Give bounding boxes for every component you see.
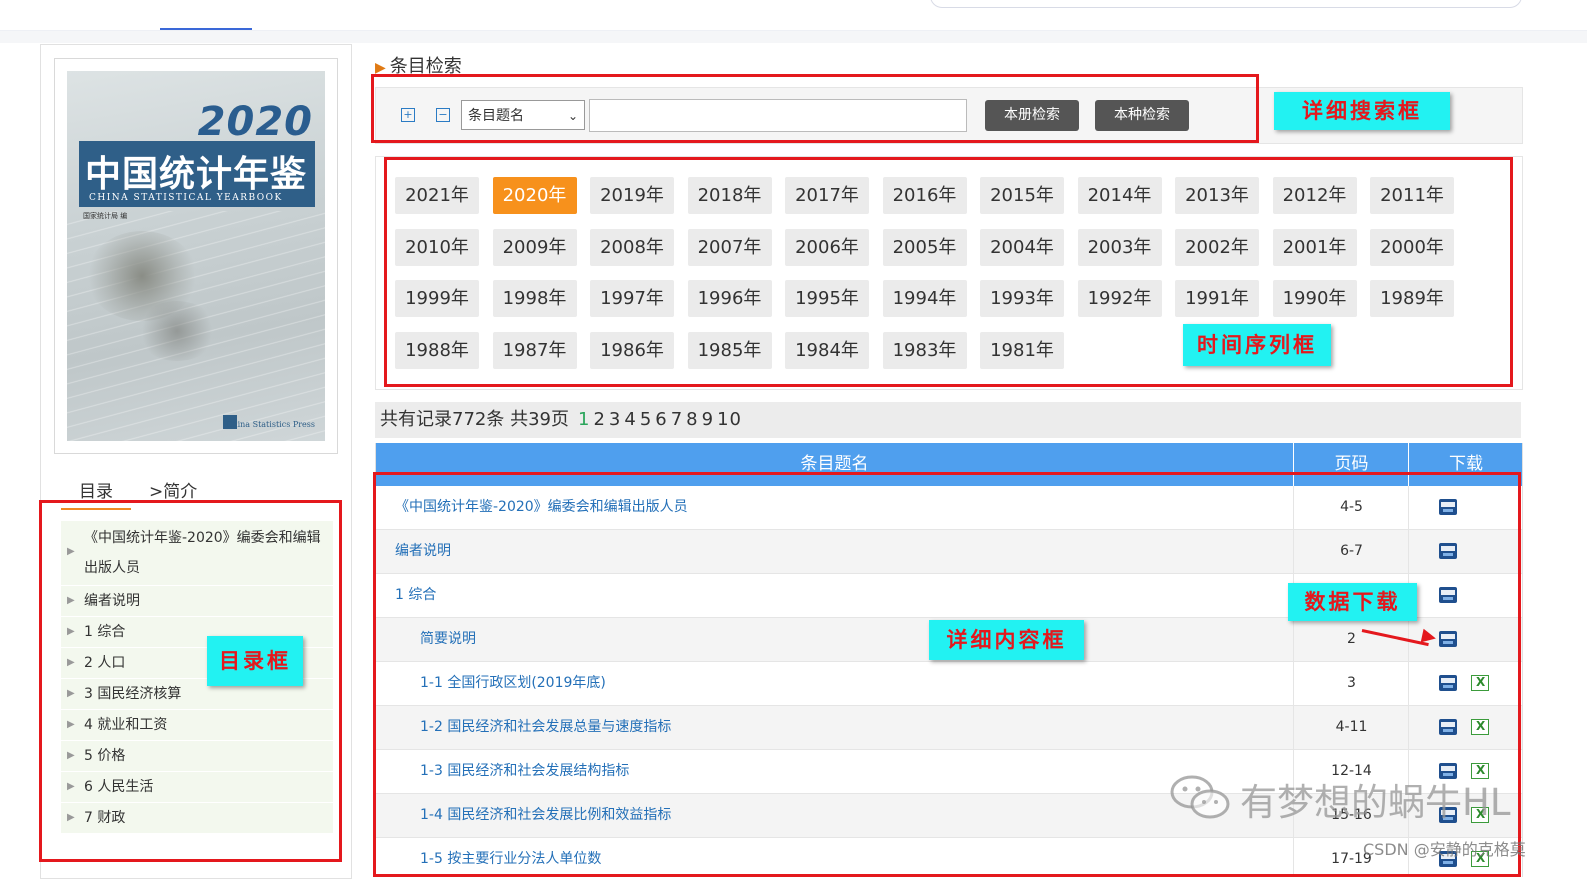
page-link[interactable]: 6 xyxy=(655,409,667,430)
cover-title-band: 中国统计年鉴 CHINA STATISTICAL YEARBOOK xyxy=(79,141,315,207)
global-search-box[interactable] xyxy=(930,0,1522,8)
yearbook-cover-image[interactable]: 2020 中国统计年鉴 CHINA STATISTICAL YEARBOOK 国… xyxy=(67,71,325,441)
wechat-icon xyxy=(1170,775,1230,819)
page-link[interactable]: 3 xyxy=(609,409,621,430)
page-link[interactable]: 4 xyxy=(624,409,636,430)
tab-intro[interactable]: >简介 xyxy=(149,477,197,502)
top-nav-bar xyxy=(0,0,1587,31)
tab-catalog[interactable]: 目录 xyxy=(79,477,113,502)
cover-frame: 2020 中国统计年鉴 CHINA STATISTICAL YEARBOOK 国… xyxy=(54,58,338,454)
cover-stain-2 xyxy=(137,301,217,361)
page-link[interactable]: 10 xyxy=(717,409,742,430)
active-tab-indicator xyxy=(160,28,252,30)
records-bar: 共有记录772条 共39页 1 2 3 4 5 6 7 8 9 10 xyxy=(375,402,1521,438)
page-link[interactable]: 1 xyxy=(578,409,590,430)
page-link[interactable]: 2 xyxy=(593,409,605,430)
pagination: 1 2 3 4 5 6 7 8 9 10 xyxy=(578,402,745,438)
annotation-label-time: 时间序列框 xyxy=(1183,324,1331,366)
annotation-box-time xyxy=(384,157,1513,387)
records-summary: 共有记录772条 共39页 xyxy=(380,409,569,430)
annotation-label-download: 数据下载 xyxy=(1288,583,1417,621)
csdn-watermark: CSDN @安静的克格莫 xyxy=(1363,840,1526,859)
annotation-label-search: 详细搜索框 xyxy=(1274,92,1450,130)
page-link[interactable]: 8 xyxy=(686,409,698,430)
annotation-label-catalog: 目录框 xyxy=(207,636,303,686)
cover-title-cn: 中国统计年鉴 xyxy=(85,154,308,195)
top-gutter xyxy=(0,31,1587,43)
cover-year: 2020 xyxy=(197,99,313,145)
annotation-label-content: 详细内容框 xyxy=(929,620,1084,660)
page-link[interactable]: 5 xyxy=(640,409,652,430)
cover-publisher: China Statistics Press xyxy=(226,420,315,429)
annotation-arrow-head-icon xyxy=(1420,628,1438,646)
cover-title-en: CHINA STATISTICAL YEARBOOK xyxy=(89,193,283,203)
cover-editor: 国家统计局 编 xyxy=(83,212,128,220)
page-link[interactable]: 7 xyxy=(671,409,683,430)
annotation-box-search xyxy=(371,74,1259,143)
watermark-text: 有梦想的蜗牛HL xyxy=(1240,781,1511,824)
page-link[interactable]: 9 xyxy=(702,409,714,430)
